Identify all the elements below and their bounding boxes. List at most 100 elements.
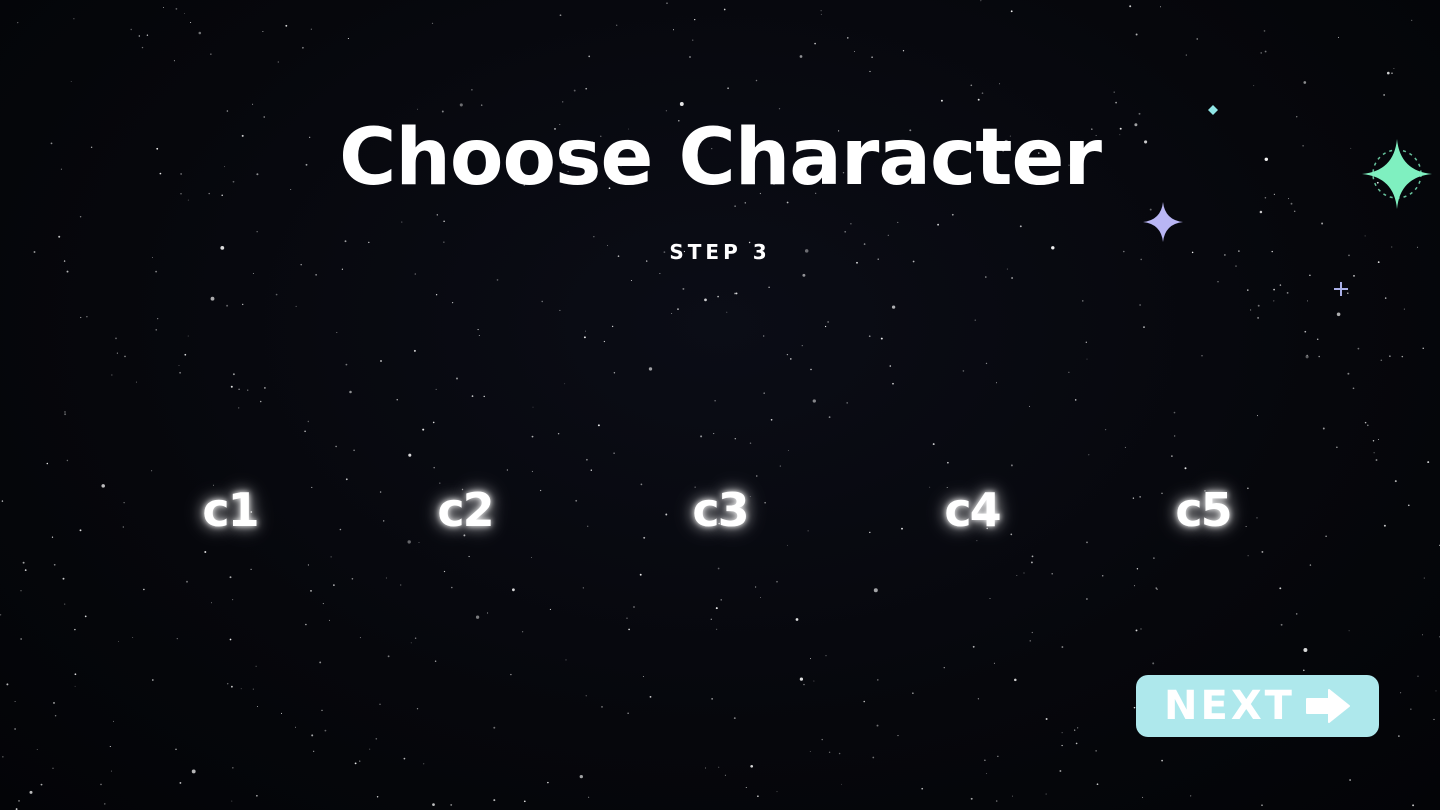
star: [757, 795, 759, 798]
character-option-c4[interactable]: c4: [912, 478, 1032, 542]
star: [422, 428, 425, 431]
star: [285, 24, 288, 27]
star: [974, 319, 976, 321]
next-button[interactable]: NEXT: [1136, 675, 1379, 737]
star: [714, 400, 716, 402]
star: [1407, 504, 1410, 507]
star: [330, 556, 332, 558]
star: [871, 56, 873, 58]
star: [353, 449, 355, 452]
star: [241, 303, 244, 306]
star: [1257, 304, 1260, 307]
star: [210, 53, 212, 55]
star: [630, 280, 632, 281]
character-option-c5[interactable]: c5: [1143, 478, 1263, 542]
star: [1373, 452, 1375, 454]
star: [868, 335, 871, 338]
star: [231, 685, 233, 688]
star: [70, 80, 72, 82]
star: [891, 305, 896, 309]
star: [347, 37, 349, 40]
star: [345, 478, 348, 481]
star: [1190, 795, 1192, 797]
character-option-c3[interactable]: c3: [660, 478, 780, 542]
star: [1347, 372, 1350, 375]
star: [304, 430, 306, 433]
star: [1421, 634, 1424, 636]
star: [531, 556, 533, 558]
star: [277, 61, 279, 63]
character-option-c2[interactable]: c2: [405, 478, 525, 542]
star: [471, 89, 473, 91]
star: [204, 551, 207, 553]
star: [814, 42, 816, 45]
star: [1336, 312, 1341, 317]
star: [1085, 598, 1088, 600]
star: [1357, 347, 1360, 350]
star: [1006, 268, 1008, 270]
star: [510, 673, 512, 676]
star: [1398, 735, 1400, 737]
star: [380, 360, 382, 362]
star: [897, 221, 899, 223]
star: [141, 46, 144, 49]
star: [349, 390, 352, 394]
star: [776, 791, 778, 793]
star: [1325, 535, 1327, 537]
star: [1113, 91, 1115, 93]
star: [1077, 727, 1079, 729]
star: [1156, 588, 1158, 590]
star: [1174, 435, 1176, 437]
star: [824, 325, 827, 328]
star: [585, 695, 587, 697]
star: [1029, 640, 1031, 642]
star: [666, 2, 668, 4]
star: [989, 598, 991, 600]
star: [432, 803, 435, 806]
star: [1, 500, 4, 502]
star: [643, 536, 646, 539]
star: [1171, 455, 1173, 457]
star: [36, 749, 38, 750]
star: [586, 458, 588, 461]
star: [79, 529, 82, 532]
star: [1353, 275, 1355, 277]
star: [996, 382, 997, 384]
star: [812, 399, 816, 403]
star: [163, 7, 164, 8]
star: [734, 292, 736, 295]
star: [1010, 464, 1013, 467]
star: [1349, 779, 1352, 781]
character-option-c1[interactable]: c1: [170, 478, 290, 542]
star: [872, 756, 875, 759]
star: [1366, 424, 1369, 427]
star: [493, 799, 496, 802]
star: [1139, 304, 1141, 306]
star: [1217, 281, 1219, 283]
star: [700, 435, 703, 438]
star: [1348, 630, 1350, 632]
star: [414, 273, 417, 275]
star: [611, 325, 614, 328]
star: [210, 296, 215, 301]
star: [433, 466, 435, 469]
star: [1011, 277, 1014, 279]
star: [1295, 613, 1298, 615]
star: [1303, 81, 1307, 84]
star: [238, 407, 240, 409]
star: [786, 353, 789, 356]
star: [62, 577, 65, 580]
star: [763, 335, 765, 337]
star: [6, 683, 9, 686]
star: [977, 98, 980, 101]
star: [639, 573, 642, 576]
star: [256, 231, 258, 233]
star: [295, 305, 297, 307]
star: [531, 470, 533, 473]
star: [521, 631, 524, 633]
star: [73, 18, 75, 20]
star: [937, 223, 939, 226]
star: [64, 413, 67, 416]
star: [585, 87, 588, 90]
star: [1411, 19, 1413, 21]
